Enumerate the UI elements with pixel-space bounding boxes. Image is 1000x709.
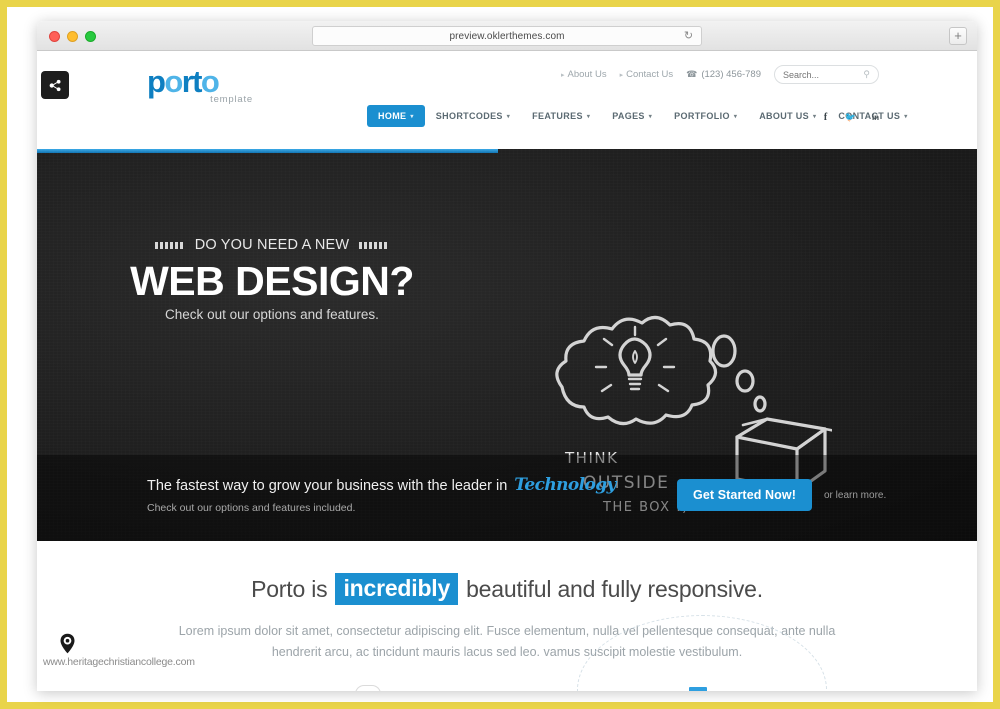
site-watermark: www.heritagechristiancollege.com xyxy=(43,633,195,668)
close-window-button[interactable] xyxy=(49,31,60,42)
site-header: porto template ▸ About Us ▸ Contact Us ☎… xyxy=(37,51,977,149)
hero-subline: Check out our options and features. xyxy=(165,307,379,322)
hero-cta-band: The fastest way to grow your business wi… xyxy=(37,455,977,541)
nav-item-features[interactable]: FEATURES ▾ xyxy=(521,105,601,127)
address-bar[interactable]: preview.oklerthemes.com ↻ xyxy=(312,26,702,46)
site-logo[interactable]: porto template xyxy=(147,64,257,105)
hero-cta-script-word: Technology xyxy=(514,475,616,495)
search-input[interactable] xyxy=(783,69,864,80)
hero-eyebrow-text: DO YOU NEED A NEW xyxy=(194,237,350,253)
social-links: f 🐦 in xyxy=(817,109,884,126)
hero-cta-line1: The fastest way to grow your business wi… xyxy=(147,475,616,495)
get-started-button[interactable]: Get Started Now! xyxy=(677,479,812,511)
nav-item-shortcodes[interactable]: SHORTCODES ▾ xyxy=(425,105,521,127)
browser-titlebar: preview.oklerthemes.com ↻ + xyxy=(37,21,977,51)
nav-item-portfolio[interactable]: PORTFOLIO ▾ xyxy=(663,105,748,127)
hero-progress-bar xyxy=(37,149,498,153)
chevron-down-icon: ▾ xyxy=(410,113,414,120)
nav-item-label: PAGES xyxy=(612,111,645,121)
dash-ornament-icon xyxy=(154,241,185,249)
hero-cta-line2: Check out our options and features inclu… xyxy=(147,502,356,514)
dash-ornament-icon xyxy=(359,241,390,249)
hero-banner: DO YOU NEED A NEW WEB DESIGN? Check out … xyxy=(37,149,977,541)
hero-headline: WEB DESIGN? xyxy=(130,258,414,304)
hero-cta-actions: Get Started Now! or learn more. xyxy=(677,479,886,511)
utility-nav: ▸ About Us ▸ Contact Us ☎ (123) 456-789 … xyxy=(561,65,879,84)
share-nodes-icon xyxy=(49,79,60,91)
utility-link-about-us[interactable]: ▸ About Us xyxy=(561,69,607,80)
hero-eyebrow: DO YOU NEED A NEW xyxy=(37,237,507,253)
nav-item-about-us[interactable]: ABOUT US ▾ xyxy=(748,105,827,127)
header-phone[interactable]: ☎ (123) 456-789 xyxy=(686,69,761,80)
url-text: preview.oklerthemes.com xyxy=(449,30,565,42)
tagline-before: Porto is xyxy=(251,575,328,602)
nav-item-label: FEATURES xyxy=(532,111,583,121)
header-search[interactable]: ⚲ xyxy=(774,65,879,84)
chevron-down-icon: ▾ xyxy=(733,113,738,120)
share-badge[interactable] xyxy=(41,71,69,99)
linkedin-icon[interactable]: in xyxy=(867,109,884,126)
maximize-window-button[interactable] xyxy=(85,31,96,42)
new-tab-button[interactable]: + xyxy=(949,27,967,45)
learn-more-link[interactable]: or learn more. xyxy=(824,490,886,501)
nav-item-label: HOME xyxy=(378,111,407,121)
chevron-down-icon: ▾ xyxy=(506,113,511,120)
minimize-window-button[interactable] xyxy=(67,31,78,42)
utility-link-label: Contact Us xyxy=(626,69,674,80)
search-icon[interactable]: ⚲ xyxy=(863,69,870,80)
arc-accent-chip xyxy=(689,687,707,691)
nav-item-label: PORTFOLIO xyxy=(674,111,730,121)
chevron-down-icon: ▾ xyxy=(904,113,908,120)
location-pin-icon xyxy=(60,633,75,654)
utility-link-contact-us[interactable]: ▸ Contact Us xyxy=(620,69,674,80)
page-viewport: porto template ▸ About Us ▸ Contact Us ☎… xyxy=(37,51,977,691)
tagline-after: beautiful and fully responsive. xyxy=(466,575,763,602)
chevron-down-icon: ▾ xyxy=(648,113,653,120)
nav-item-label: ABOUT US xyxy=(759,111,809,121)
hero-cta-line1-prefix: The fastest way to grow your business wi… xyxy=(147,478,508,494)
hero-copy: DO YOU NEED A NEW WEB DESIGN? Check out … xyxy=(37,237,507,322)
watermark-text: www.heritagechristiancollege.com xyxy=(43,656,195,668)
bullet-icon: ▸ xyxy=(560,71,565,79)
chevron-down-icon: ▾ xyxy=(813,113,817,120)
intro-section: Porto is incredibly beautiful and fully … xyxy=(37,541,977,691)
reload-icon[interactable]: ↻ xyxy=(682,30,695,43)
bullet-icon: ▸ xyxy=(619,71,624,79)
nav-item-label: SHORTCODES xyxy=(435,111,503,121)
facebook-icon[interactable]: f xyxy=(817,109,834,126)
traffic-light-buttons xyxy=(49,31,96,42)
outer-gold-frame: preview.oklerthemes.com ↻ + porto templa… xyxy=(0,0,1000,709)
intro-tagline: Porto is incredibly beautiful and fully … xyxy=(251,573,763,605)
twitter-icon[interactable]: 🐦 xyxy=(842,109,859,126)
utility-link-label: About Us xyxy=(567,69,607,80)
hero-cta-text: The fastest way to grow your business wi… xyxy=(147,475,616,514)
nav-item-home[interactable]: HOME ▾ xyxy=(367,105,425,127)
phone-icon: ☎ xyxy=(686,69,698,79)
logo-wordmark: porto xyxy=(147,64,220,99)
cloud-outline-graphic xyxy=(355,685,381,691)
browser-window: preview.oklerthemes.com ↻ + porto templa… xyxy=(37,21,977,691)
chevron-down-icon: ▾ xyxy=(586,113,591,120)
phone-number: (123) 456-789 xyxy=(701,69,761,80)
nav-item-pages[interactable]: PAGES ▾ xyxy=(601,105,663,127)
tagline-highlight: incredibly xyxy=(335,573,459,605)
